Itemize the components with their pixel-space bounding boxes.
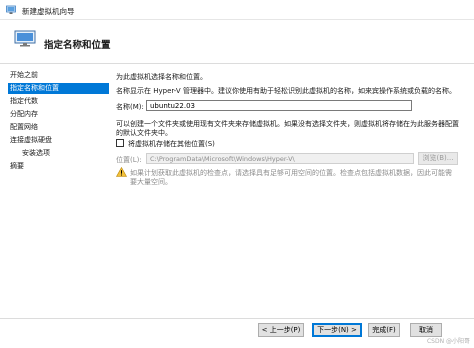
monitor-wizard-icon	[14, 30, 36, 48]
store-elsewhere-label[interactable]: 将虚拟机存储在其他位置(S)	[128, 139, 215, 149]
cancel-button[interactable]: 取消	[410, 323, 442, 337]
page-heading: 指定名称和位置	[44, 40, 111, 51]
sidebar-item-summary[interactable]: 摘要	[10, 161, 24, 172]
sidebar-item-virtual-hard-disk[interactable]: 连接虚拟硬盘	[10, 135, 52, 146]
location-label: 位置(L):	[116, 156, 142, 164]
finish-button[interactable]: 完成(F)	[368, 323, 400, 337]
watermark-text: CSDN @小阳哥	[426, 338, 470, 345]
sidebar-item-installation-options[interactable]: 安装选项	[22, 148, 50, 159]
next-button[interactable]: 下一步(N) >	[312, 323, 362, 337]
previous-button[interactable]: < 上一步(P)	[258, 323, 304, 337]
browse-button[interactable]: 浏览(B)...	[418, 152, 458, 165]
name-description: 名称显示在 Hyper-V 管理器中。建议你使用有助于轻松识别此虚拟机的名称，如…	[116, 87, 456, 95]
checkpoint-warning-line-2: 要大量空间。	[130, 178, 172, 186]
sidebar-item-memory[interactable]: 分配内存	[10, 109, 38, 120]
folder-info-line-2: 的默认文件夹中。	[116, 129, 172, 137]
name-label: 名称(M):	[116, 103, 144, 111]
wizard-footer: < 上一步(P) 下一步(N) > 完成(F) 取消 CSDN @小阳哥	[0, 318, 474, 348]
warning-triangle-icon	[115, 166, 128, 177]
sidebar-item-before-you-begin[interactable]: 开始之前	[10, 70, 38, 81]
store-elsewhere-checkbox[interactable]	[116, 139, 124, 147]
sidebar-item-networking[interactable]: 配置网络	[10, 122, 38, 133]
wizard-steps-sidebar: 开始之前 指定名称和位置 指定代数 分配内存 配置网络 连接虚拟硬盘 安装选项 …	[0, 64, 110, 318]
hyperv-app-icon	[6, 5, 16, 15]
window-title: 新建虚拟机向导	[22, 7, 75, 16]
sidebar-item-generation[interactable]: 指定代数	[10, 96, 38, 107]
sidebar-item-name-and-location[interactable]: 指定名称和位置	[8, 83, 109, 94]
wizard-header: 指定名称和位置	[0, 20, 474, 64]
location-input[interactable]	[146, 153, 414, 164]
new-vm-wizard-window: 新建虚拟机向导 指定名称和位置 开始之前 指定名称和位置 指定代数 分配内存 配…	[0, 0, 474, 348]
checkpoint-warning-line-1: 如果计划获取此虚拟机的检查点，请选择具有足够可用空间的位置。检查点包括虚拟机数据…	[130, 169, 452, 177]
name-input[interactable]	[146, 100, 412, 111]
wizard-content: 为此虚拟机选择名称和位置。 名称显示在 Hyper-V 管理器中。建议你使用有助…	[110, 64, 474, 318]
title-bar: 新建虚拟机向导	[0, 0, 474, 20]
intro-text: 为此虚拟机选择名称和位置。	[116, 73, 207, 81]
